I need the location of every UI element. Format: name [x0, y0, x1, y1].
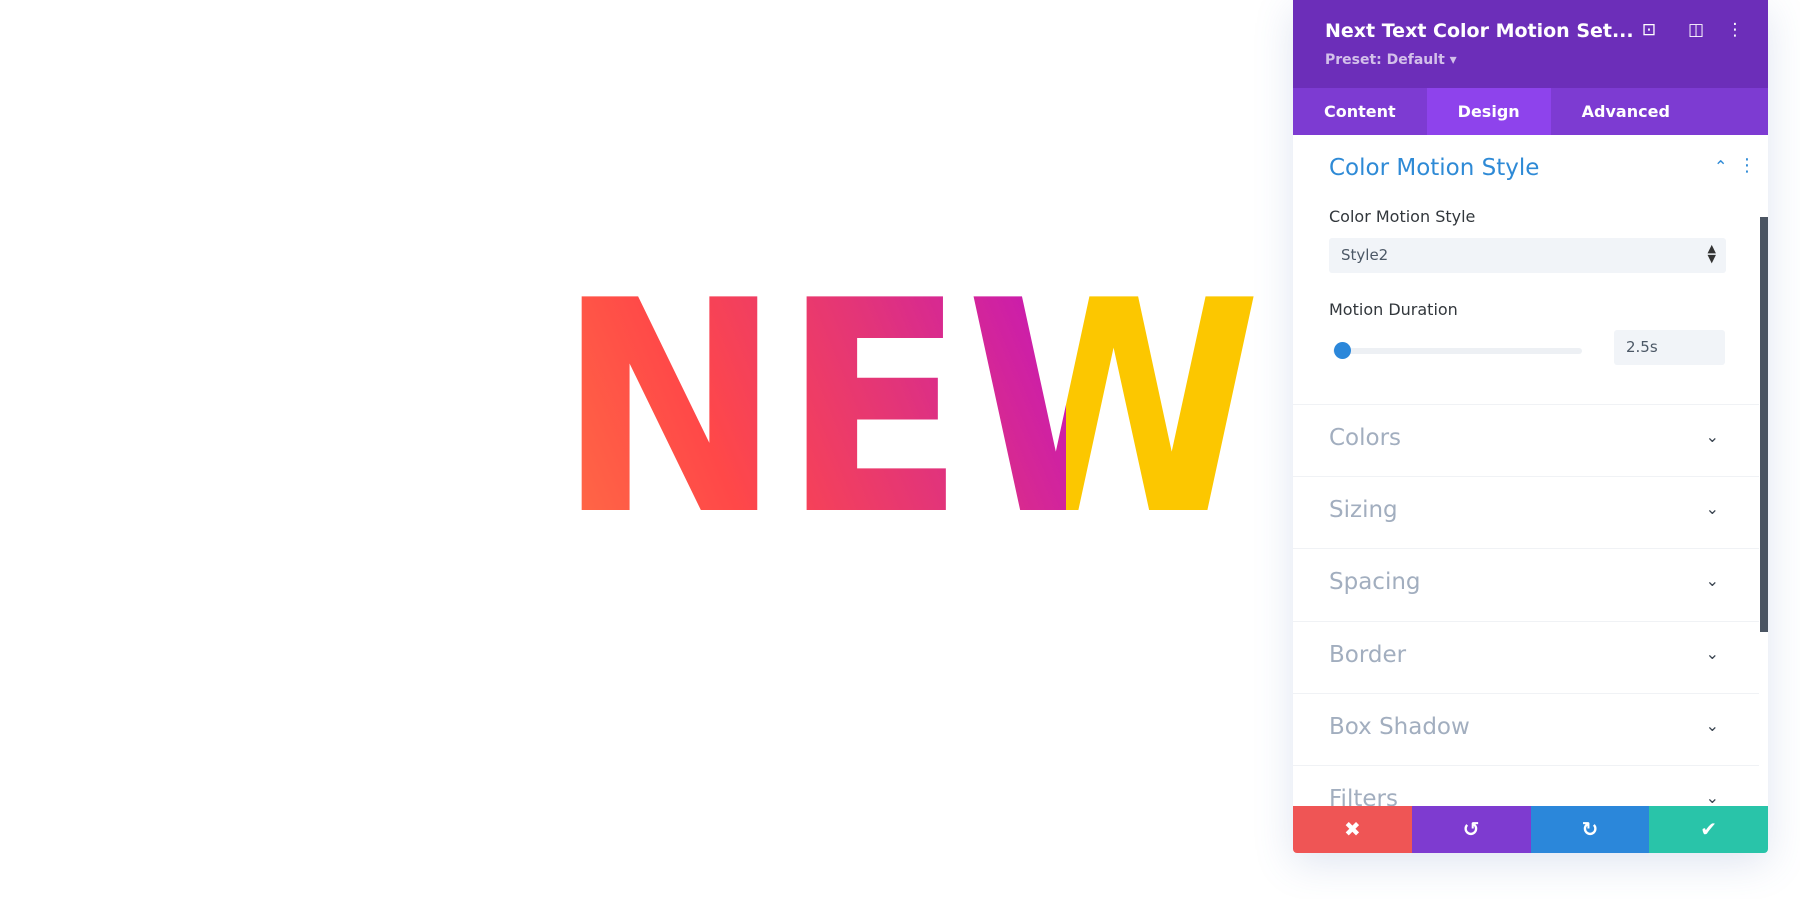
group-box-shadow[interactable]: Box Shadow ⌄ — [1293, 693, 1759, 765]
section-title[interactable]: Color Motion Style — [1329, 155, 1539, 181]
close-icon: ✖ — [1343, 817, 1361, 841]
redo-button[interactable]: ↻ — [1530, 806, 1650, 853]
more-vertical-icon[interactable]: ⋮ — [1723, 20, 1747, 40]
duration-label: Motion Duration — [1329, 300, 1458, 319]
split-view-icon[interactable]: ◫ — [1684, 20, 1708, 40]
group-border[interactable]: Border ⌄ — [1293, 621, 1759, 693]
group-label: Box Shadow — [1329, 714, 1470, 740]
group-colors[interactable]: Colors ⌄ — [1293, 404, 1759, 476]
save-button[interactable]: ✔ — [1649, 806, 1768, 853]
panel-title: Next Text Color Motion Set... — [1325, 20, 1634, 42]
duration-slider-handle[interactable] — [1333, 342, 1351, 359]
preset-dropdown[interactable]: Preset: Default ▾ — [1325, 52, 1457, 68]
style-label: Color Motion Style — [1329, 207, 1476, 226]
style-select-value: Style2 — [1341, 246, 1389, 264]
tab-bar: Content Design Advanced — [1293, 88, 1768, 135]
chevron-down-icon: ⌄ — [1705, 499, 1719, 518]
panel-body: Color Motion Style ⌃ ⋮ Color Motion Styl… — [1293, 135, 1768, 806]
scrollbar[interactable] — [1760, 217, 1768, 632]
check-icon: ✔ — [1700, 817, 1717, 841]
panel-header: Next Text Color Motion Set... Preset: De… — [1293, 0, 1768, 88]
undo-icon: ↺ — [1462, 817, 1480, 841]
chevron-down-icon: ⌄ — [1705, 427, 1719, 446]
chevron-up-icon[interactable]: ⌃ — [1714, 157, 1727, 176]
duration-input[interactable]: 2.5s — [1614, 330, 1725, 365]
action-bar: ✖ ↺ ↻ ✔ — [1293, 806, 1768, 853]
settings-panel: Next Text Color Motion Set... Preset: De… — [1293, 0, 1768, 853]
focus-icon[interactable]: ⊡ — [1637, 20, 1661, 40]
group-spacing[interactable]: Spacing ⌄ — [1293, 548, 1759, 620]
chevron-down-icon: ⌄ — [1705, 644, 1719, 663]
group-label: Border — [1329, 642, 1407, 668]
redo-icon: ↻ — [1581, 817, 1599, 841]
tab-content[interactable]: Content — [1293, 88, 1427, 135]
chevron-down-icon: ⌄ — [1705, 788, 1719, 806]
tab-design[interactable]: Design — [1426, 88, 1551, 135]
section-menu-icon[interactable]: ⋮ — [1738, 155, 1756, 176]
group-label: Sizing — [1329, 497, 1398, 523]
undo-button[interactable]: ↺ — [1411, 806, 1531, 853]
group-label: Colors — [1329, 425, 1402, 451]
select-arrows-icon: ▲ ▼ — [1707, 242, 1716, 265]
tab-advanced[interactable]: Advanced — [1551, 88, 1701, 135]
group-label: Spacing — [1329, 569, 1421, 595]
duration-slider-track[interactable] — [1333, 348, 1582, 354]
chevron-down-icon: ⌄ — [1705, 571, 1719, 590]
group-filters[interactable]: Filters ⌄ — [1293, 765, 1759, 806]
close-button[interactable]: ✖ — [1293, 806, 1412, 853]
group-label: Filters — [1329, 786, 1398, 806]
group-sizing[interactable]: Sizing ⌄ — [1293, 476, 1759, 548]
style-select[interactable]: Style2 ▲ ▼ — [1329, 238, 1726, 273]
chevron-down-icon: ⌄ — [1705, 716, 1719, 735]
